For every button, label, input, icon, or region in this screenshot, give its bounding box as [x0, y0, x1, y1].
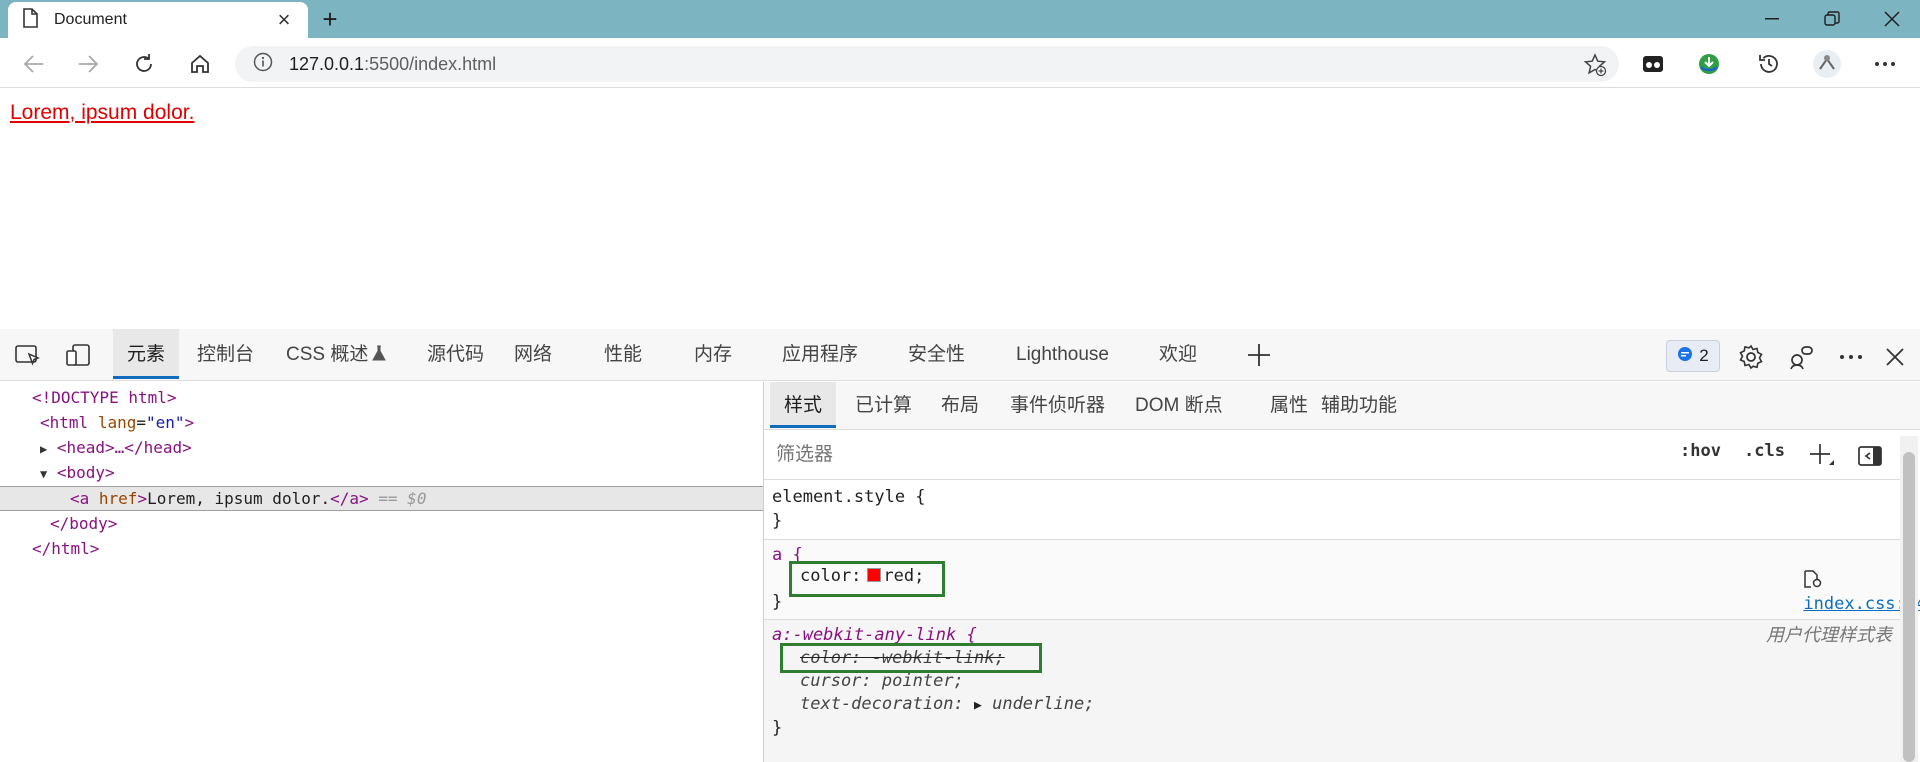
forward-button[interactable] — [72, 48, 104, 80]
issues-count: 2 — [1699, 346, 1709, 365]
tab-memory[interactable]: 内存 — [680, 329, 746, 381]
toggle-sidebar-icon[interactable] — [1856, 442, 1884, 470]
tab-performance[interactable]: 性能 — [590, 329, 656, 381]
browser-tab[interactable]: Document × — [8, 2, 308, 38]
collapse-triangle-icon[interactable]: ▼ — [40, 467, 47, 481]
customize-icon[interactable] — [1786, 342, 1816, 372]
new-style-rule-icon[interactable] — [1808, 442, 1836, 470]
minimize-button[interactable] — [1742, 0, 1802, 38]
tab-css-overview[interactable]: CSS 概述 — [272, 329, 387, 381]
dom-doctype[interactable]: <!DOCTYPE html> — [32, 385, 177, 410]
element-style-rule: element.style { } — [764, 480, 1900, 540]
flask-icon — [372, 345, 387, 366]
hov-toggle[interactable]: :hov — [1680, 441, 1721, 461]
highlight-box — [780, 643, 1042, 673]
tab-css-overview-label: CSS 概述 — [286, 344, 369, 365]
tab-elements[interactable]: 元素 — [113, 329, 180, 379]
ua-text-decoration-decl[interactable]: text-decoration: ▶ underline; — [800, 692, 1094, 716]
expand-triangle-icon[interactable]: ▶ — [40, 442, 47, 456]
tab-welcome[interactable]: 欢迎 — [1145, 329, 1211, 381]
home-button[interactable] — [184, 48, 216, 80]
refresh-button[interactable] — [128, 48, 160, 80]
history-icon[interactable] — [1752, 48, 1786, 80]
source-file-icon — [1803, 570, 1823, 590]
new-tab-button[interactable]: + — [316, 5, 344, 33]
devtools-more-icon[interactable] — [1836, 342, 1866, 372]
user-agent-rule: a:-webkit-any-link { 用户代理样式表 color: -web… — [764, 620, 1900, 762]
tab-application[interactable]: 应用程序 — [768, 329, 872, 381]
tab-sources[interactable]: 源代码 — [413, 329, 498, 381]
tab-event-listeners[interactable]: 事件侦听器 — [996, 382, 1119, 430]
tab-layout[interactable]: 布局 — [927, 382, 993, 430]
anchor-source[interactable]: index.css:44 — [1742, 544, 1920, 614]
document-icon — [22, 7, 38, 33]
dom-html-close[interactable]: </html> — [32, 536, 99, 561]
expand-shorthand-icon[interactable]: ▶ — [974, 698, 982, 713]
tab-computed[interactable]: 已计算 — [841, 382, 926, 430]
settings-gear-icon[interactable] — [1736, 342, 1766, 372]
download-manager-icon[interactable] — [1692, 48, 1726, 80]
devtools-close-icon[interactable] — [1880, 342, 1910, 372]
highlight-box — [789, 561, 945, 597]
tab-security[interactable]: 安全性 — [894, 329, 979, 381]
url-text: 127.0.0.1:5500/index.html — [289, 53, 497, 74]
dom-head[interactable]: ▶ <head>…</head> — [40, 435, 192, 460]
tab-console[interactable]: 控制台 — [183, 329, 268, 381]
info-icon[interactable] — [253, 52, 273, 77]
tab-accessibility[interactable]: 辅助功能 — [1307, 382, 1411, 430]
dom-body-close[interactable]: </body> — [50, 511, 117, 536]
more-menu-icon[interactable] — [1868, 48, 1902, 80]
tab-lighthouse[interactable]: Lighthouse — [1002, 329, 1123, 381]
cls-toggle[interactable]: .cls — [1744, 441, 1785, 461]
extension-icon[interactable] — [1636, 48, 1670, 80]
rule-close-brace: } — [772, 511, 783, 531]
add-tab-button[interactable] — [1244, 340, 1274, 370]
dom-tree: <!DOCTYPE html> <html lang="en"> ▶ <head… — [0, 382, 763, 762]
add-favorite-icon[interactable] — [1580, 50, 1610, 80]
device-toolbar-icon[interactable] — [62, 344, 94, 368]
tab-close-icon[interactable]: × — [274, 7, 294, 33]
issues-icon — [1677, 346, 1693, 367]
inspect-element-icon[interactable] — [12, 344, 44, 368]
page-link[interactable]: Lorem, ipsum dolor. — [10, 101, 194, 125]
anchor-rule: a { color: red; } index.css:44 — [764, 540, 1920, 620]
tab-styles[interactable]: 样式 — [770, 382, 837, 428]
rule-close-brace: } — [772, 592, 783, 612]
style-rules: element.style { } a { color: red; } index… — [764, 480, 1920, 762]
address-bar[interactable]: 127.0.0.1:5500/index.html — [235, 46, 1619, 82]
restore-button[interactable] — [1802, 0, 1862, 38]
back-button[interactable] — [18, 48, 50, 80]
dom-anchor-selected[interactable]: <a href>Lorem, ipsum dolor.</a> == $0 — [70, 486, 426, 511]
dom-html[interactable]: <html lang="en"> — [40, 410, 194, 435]
issues-badge[interactable]: 2 — [1666, 340, 1720, 372]
profile-avatar[interactable] — [1810, 48, 1844, 80]
rule-close-brace: } — [772, 718, 783, 738]
dom-body[interactable]: ▼ <body> — [40, 460, 115, 485]
element-style-selector[interactable]: element.style { — [772, 485, 926, 509]
close-window-button[interactable] — [1862, 0, 1920, 38]
scrollbar-thumb[interactable] — [1903, 452, 1915, 762]
tab-title: Document — [54, 11, 127, 28]
tab-network[interactable]: 网络 — [500, 329, 566, 381]
filter-input[interactable] — [770, 434, 1662, 476]
ua-source-label: 用户代理样式表 — [1766, 625, 1892, 645]
tab-dom-breakpoints[interactable]: DOM 断点 — [1121, 382, 1237, 430]
